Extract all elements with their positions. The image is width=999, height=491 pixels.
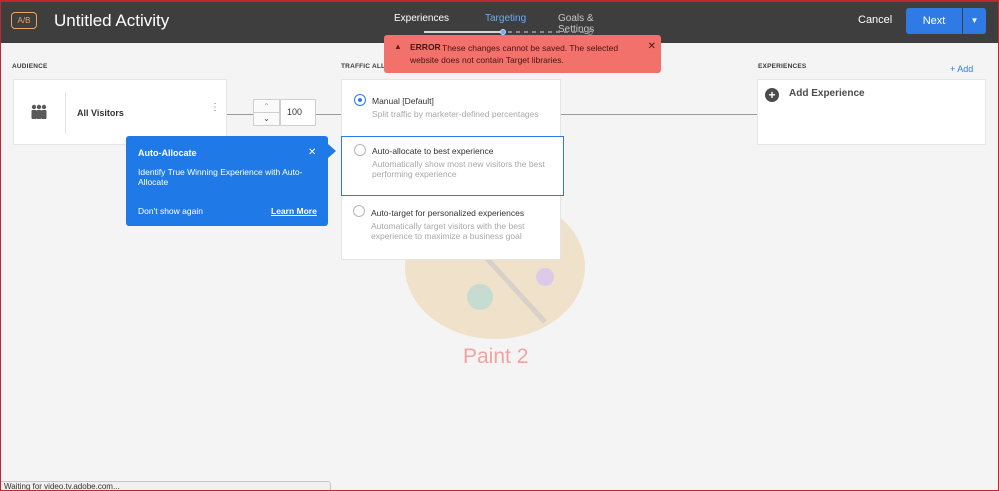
add-label: Add bbox=[957, 64, 974, 74]
tooltip-title: Auto-Allocate bbox=[138, 148, 197, 158]
connector-line bbox=[561, 114, 757, 115]
option-title: Auto-target for personalized experiences bbox=[371, 208, 525, 218]
error-toast: ▲ These changes cannot be saved. The sel… bbox=[384, 35, 661, 73]
stepper-arrows: ⌃ ⌄ bbox=[253, 99, 280, 126]
close-icon[interactable]: ✕ bbox=[648, 41, 656, 52]
close-icon[interactable]: ✕ bbox=[308, 147, 316, 158]
audience-name: All Visitors bbox=[77, 108, 124, 118]
warning-icon: ▲ bbox=[394, 42, 402, 51]
next-button[interactable]: Next bbox=[906, 8, 962, 34]
connector-line bbox=[316, 114, 341, 115]
watermark-label: Paint 2 bbox=[463, 345, 529, 368]
chevron-down-icon[interactable]: ⌄ bbox=[254, 113, 279, 125]
step-experiences[interactable]: Experiences bbox=[394, 13, 449, 24]
option-description: Automatically target visitors with the b… bbox=[371, 221, 525, 241]
browser-status-bar: Waiting for video.tv.adobe.com... bbox=[0, 481, 331, 491]
card-divider bbox=[65, 92, 66, 134]
allocation-input[interactable]: 100 bbox=[280, 99, 316, 126]
dont-show-again-link[interactable]: Don't show again bbox=[138, 206, 203, 216]
chevron-up-icon[interactable]: ⌃ bbox=[254, 100, 279, 113]
option-description: Split traffic by marketer-defined percen… bbox=[372, 109, 539, 119]
experiences-card: + Add Experience bbox=[757, 79, 986, 145]
experiences-section-label: EXPERIENCES bbox=[758, 63, 807, 70]
option-manual[interactable]: Manual [Default] Split traffic by market… bbox=[342, 80, 562, 136]
option-title: Auto-allocate to best experience bbox=[372, 146, 494, 156]
option-title: Manual [Default] bbox=[372, 96, 434, 106]
add-experience-link[interactable]: + Add bbox=[950, 64, 973, 74]
radio-manual[interactable] bbox=[354, 94, 366, 106]
tooltip-body: Identify True Winning Experience with Au… bbox=[138, 167, 303, 187]
more-options-icon[interactable]: ⋮ bbox=[210, 103, 220, 113]
learn-more-link[interactable]: Learn More bbox=[271, 206, 317, 216]
activity-title[interactable]: Untitled Activity bbox=[54, 11, 169, 31]
allocation-stepper: ⌃ ⌄ 100 bbox=[253, 99, 316, 126]
error-label: ERROR bbox=[410, 42, 441, 52]
radio-auto-target[interactable] bbox=[353, 205, 365, 217]
add-experience-button[interactable]: Add Experience bbox=[789, 88, 865, 99]
add-circle-icon[interactable]: + bbox=[765, 88, 779, 102]
option-auto-allocate[interactable]: Auto-allocate to best experience Automat… bbox=[341, 136, 564, 196]
next-dropdown-button[interactable]: ▼ bbox=[963, 8, 986, 34]
auto-allocate-tooltip: Auto-Allocate ✕ Identify True Winning Ex… bbox=[126, 136, 336, 226]
option-description: Automatically show most new visitors the… bbox=[372, 159, 545, 179]
step-targeting[interactable]: Targeting bbox=[485, 13, 526, 24]
progress-remaining bbox=[508, 31, 590, 33]
people-icon bbox=[31, 104, 47, 119]
progress-completed bbox=[424, 31, 502, 33]
option-auto-target[interactable]: Auto-target for personalized experiences… bbox=[341, 198, 561, 258]
error-message: These changes cannot be saved. The selec… bbox=[410, 43, 619, 65]
audience-section-label: AUDIENCE bbox=[12, 63, 48, 70]
connector-line bbox=[227, 114, 253, 115]
activity-type-badge: A/B bbox=[11, 12, 37, 29]
radio-auto-allocate[interactable] bbox=[354, 144, 366, 156]
plus-icon: + bbox=[950, 64, 956, 74]
chevron-down-icon: ▼ bbox=[970, 16, 979, 25]
step-progress-track bbox=[392, 29, 632, 35]
cancel-button[interactable]: Cancel bbox=[858, 14, 892, 26]
